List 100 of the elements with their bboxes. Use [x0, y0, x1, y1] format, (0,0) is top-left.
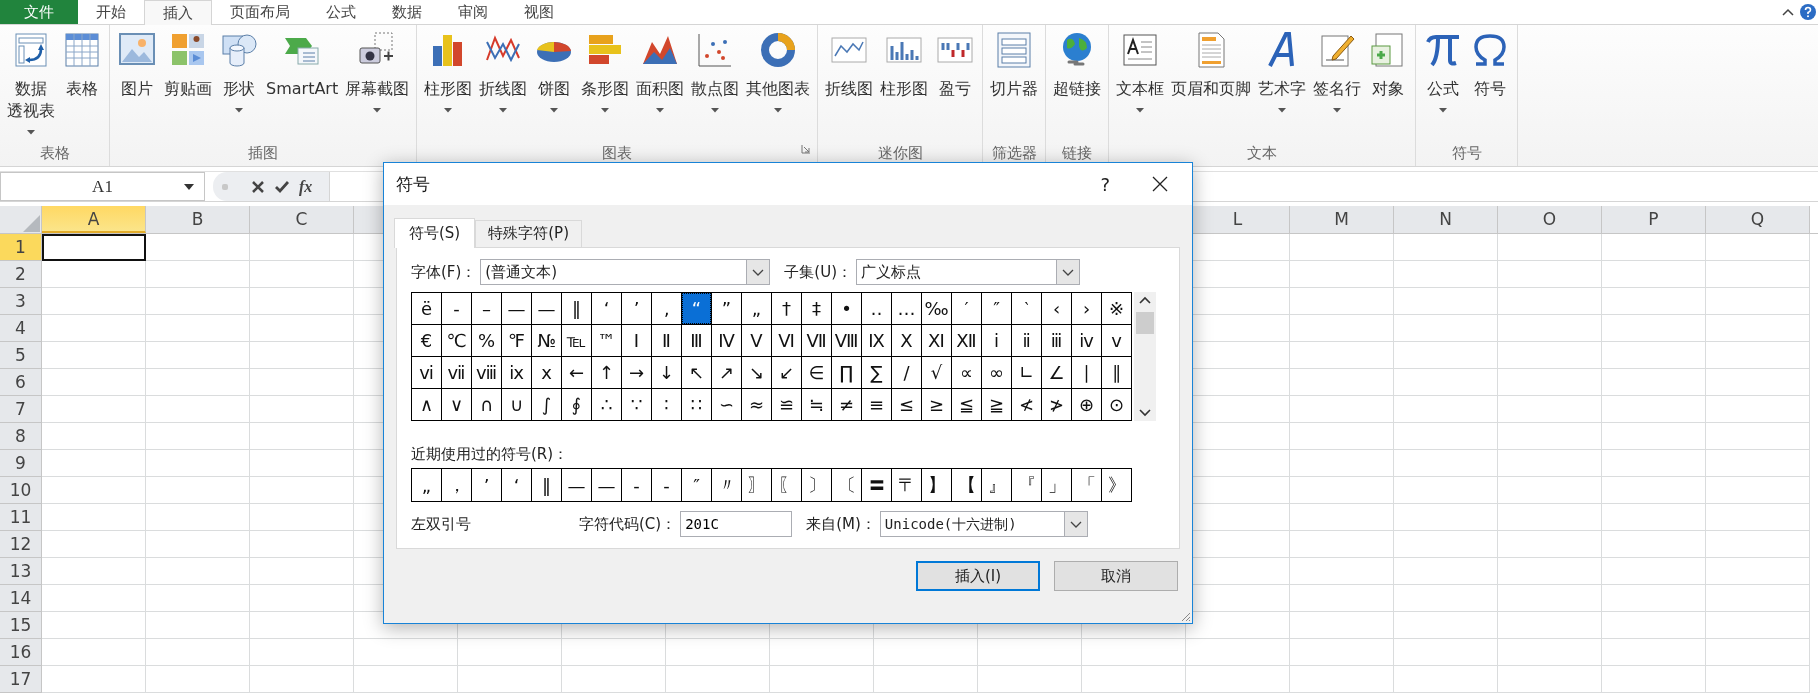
- sheet-cell[interactable]: [770, 666, 874, 693]
- ribbon-button[interactable]: 文本框: [1113, 25, 1168, 140]
- column-header[interactable]: O: [1498, 206, 1602, 233]
- sheet-cell[interactable]: [1394, 666, 1498, 693]
- ribbon-button[interactable]: 折线图: [822, 25, 877, 140]
- ribbon-tab[interactable]: 开始: [78, 0, 144, 24]
- sheet-cell[interactable]: [250, 423, 354, 450]
- sheet-cell[interactable]: [562, 666, 666, 693]
- sheet-cell[interactable]: [1290, 315, 1394, 342]
- sheet-cell[interactable]: [1706, 531, 1810, 558]
- sheet-cell[interactable]: [250, 342, 354, 369]
- row-header[interactable]: 13: [0, 558, 42, 585]
- collapse-ribbon-icon[interactable]: [1782, 8, 1794, 16]
- symbol-cell[interactable]: ‵: [1012, 293, 1041, 324]
- sheet-cell[interactable]: [1498, 558, 1602, 585]
- row-header[interactable]: 15: [0, 612, 42, 639]
- symbol-cell[interactable]: ›: [1072, 293, 1101, 324]
- sheet-cell[interactable]: [42, 585, 146, 612]
- symbol-cell[interactable]: „: [742, 293, 771, 324]
- ribbon-button[interactable]: 符号: [1467, 25, 1514, 140]
- sheet-cell[interactable]: [1602, 234, 1706, 261]
- ribbon-button[interactable]: 超链接: [1050, 25, 1105, 140]
- symbol-cell[interactable]: ≦: [952, 389, 981, 420]
- symbol-cell[interactable]: ‥: [862, 293, 891, 324]
- dialog-button[interactable]: 取消: [1054, 561, 1178, 591]
- column-header[interactable]: A: [42, 206, 146, 233]
- row-header[interactable]: 4: [0, 315, 42, 342]
- ribbon-tab[interactable]: 数据: [374, 0, 440, 24]
- row-header[interactable]: 6: [0, 369, 42, 396]
- sheet-cell[interactable]: [1186, 666, 1290, 693]
- recent-symbol-cell[interactable]: 》: [1102, 469, 1131, 501]
- sheet-cell[interactable]: [354, 639, 458, 666]
- sheet-cell[interactable]: [1602, 504, 1706, 531]
- recent-symbol-cell[interactable]: 〃: [712, 469, 741, 501]
- sheet-cell[interactable]: [1394, 558, 1498, 585]
- symbol-cell[interactable]: ←: [562, 357, 591, 388]
- symbol-cell[interactable]: ∩: [472, 389, 501, 420]
- ribbon-button[interactable]: 表格: [59, 25, 105, 140]
- sheet-cell[interactable]: [1706, 558, 1810, 585]
- recent-symbol-cell[interactable]: ″: [682, 469, 711, 501]
- ribbon-button[interactable]: 图片: [114, 25, 160, 140]
- symbol-cell[interactable]: ∷: [682, 389, 711, 420]
- symbol-cell[interactable]: Ⅷ: [832, 325, 861, 356]
- symbol-cell[interactable]: ⅰ: [982, 325, 1011, 356]
- recent-symbol-cell[interactable]: 』: [982, 469, 1011, 501]
- recent-symbol-cell[interactable]: ’: [472, 469, 501, 501]
- row-header[interactable]: 10: [0, 477, 42, 504]
- sheet-cell[interactable]: [1290, 396, 1394, 423]
- subset-dropdown[interactable]: 广义标点: [856, 259, 1081, 285]
- sheet-cell[interactable]: [250, 477, 354, 504]
- sheet-cell[interactable]: [1290, 234, 1394, 261]
- sheet-cell[interactable]: [146, 396, 250, 423]
- symbol-cell[interactable]: ≡: [862, 389, 891, 420]
- sheet-cell[interactable]: [1498, 666, 1602, 693]
- sheet-cell[interactable]: [1394, 639, 1498, 666]
- sheet-cell[interactable]: [770, 639, 874, 666]
- symbol-cell[interactable]: ‘: [592, 293, 621, 324]
- recent-symbol-cell[interactable]: 】: [922, 469, 951, 501]
- sheet-cell[interactable]: [666, 639, 770, 666]
- sheet-cell[interactable]: [1498, 396, 1602, 423]
- sheet-cell[interactable]: [146, 558, 250, 585]
- from-dropdown[interactable]: Unicode(十六进制): [879, 511, 1088, 537]
- symbol-cell[interactable]: ≤: [892, 389, 921, 420]
- symbol-cell[interactable]: -: [442, 293, 471, 324]
- row-header[interactable]: 2: [0, 261, 42, 288]
- symbol-cell[interactable]: ∞: [982, 357, 1011, 388]
- sheet-cell[interactable]: [250, 666, 354, 693]
- symbol-cell[interactable]: ‡: [802, 293, 831, 324]
- dialog-launcher-icon[interactable]: [801, 144, 812, 154]
- ribbon-button[interactable]: 对象: [1365, 25, 1412, 140]
- sheet-cell[interactable]: [42, 369, 146, 396]
- symbol-cell[interactable]: Ⅶ: [802, 325, 831, 356]
- column-header[interactable]: N: [1394, 206, 1498, 233]
- symbol-cell[interactable]: ’: [622, 293, 651, 324]
- symbol-cell[interactable]: ↙: [772, 357, 801, 388]
- symbol-cell[interactable]: ↓: [652, 357, 681, 388]
- sheet-cell[interactable]: [1498, 639, 1602, 666]
- sheet-cell[interactable]: [250, 450, 354, 477]
- symbol-cell[interactable]: ≧: [982, 389, 1011, 420]
- sheet-cell[interactable]: [1394, 234, 1498, 261]
- symbol-cell[interactable]: €: [412, 325, 441, 356]
- symbol-cell[interactable]: ⅲ: [1042, 325, 1071, 356]
- sheet-cell[interactable]: [1602, 342, 1706, 369]
- sheet-cell[interactable]: [1602, 612, 1706, 639]
- symbol-cell[interactable]: ∑: [862, 357, 891, 388]
- sheet-cell[interactable]: [1290, 558, 1394, 585]
- symbol-cell[interactable]: %: [472, 325, 501, 356]
- recent-symbol-cell[interactable]: 〖: [772, 469, 801, 501]
- recent-symbol-cell[interactable]: ‖: [532, 469, 561, 501]
- ribbon-button[interactable]: 屏幕截图: [342, 25, 413, 140]
- sheet-cell[interactable]: [1706, 288, 1810, 315]
- row-header[interactable]: 5: [0, 342, 42, 369]
- sheet-cell[interactable]: [1498, 423, 1602, 450]
- sheet-cell[interactable]: [1290, 666, 1394, 693]
- symbol-cell[interactable]: ∪: [502, 389, 531, 420]
- sheet-cell[interactable]: [1602, 396, 1706, 423]
- ribbon-tab[interactable]: 页面布局: [212, 0, 308, 24]
- sheet-cell[interactable]: [146, 450, 250, 477]
- symbol-cell[interactable]: Ⅵ: [772, 325, 801, 356]
- symbol-cell[interactable]: ∣: [1072, 357, 1101, 388]
